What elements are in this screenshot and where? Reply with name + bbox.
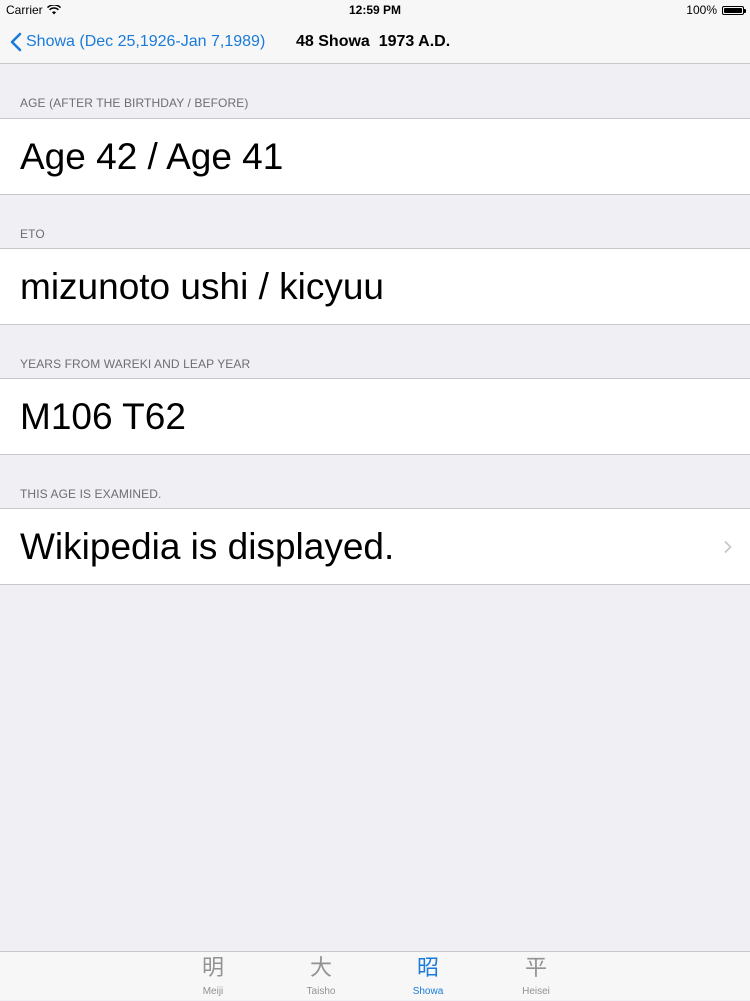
wikipedia-label: Wikipedia is displayed. bbox=[20, 525, 395, 567]
tab-label-showa: Showa bbox=[412, 986, 444, 997]
battery-percent: 100% bbox=[686, 3, 717, 17]
years-value: M106 T62 bbox=[20, 395, 186, 437]
section-header-eto: ETO bbox=[20, 227, 45, 241]
tab-label-meiji: Meiji bbox=[202, 986, 224, 997]
back-button-label: Showa (Dec 25,1926-Jan 7,1989) bbox=[26, 33, 266, 50]
tab-meiji[interactable]: 明 Meiji bbox=[168, 952, 258, 1001]
navigation-bar: Showa (Dec 25,1926-Jan 7,1989) 48 Showa … bbox=[0, 20, 750, 64]
status-right: 100% bbox=[686, 3, 746, 17]
tab-label-heisei: Heisei bbox=[522, 986, 550, 997]
tab-taisho[interactable]: 大 Taisho bbox=[276, 952, 366, 1001]
tab-showa[interactable]: 昭 Showa bbox=[383, 952, 473, 1001]
heisei-icon: 平 bbox=[524, 956, 547, 981]
chevron-right-icon bbox=[724, 540, 732, 553]
eto-value: mizunoto ushi / kicyuu bbox=[20, 265, 385, 307]
eto-cell: mizunoto ushi / kicyuu bbox=[0, 248, 750, 325]
status-bar: Carrier 12:59 PM 100% bbox=[0, 0, 750, 20]
battery-fill bbox=[724, 7, 742, 13]
table-view: AGE (AFTER THE BIRTHDAY / BEFORE) Age 42… bbox=[0, 64, 750, 585]
battery-icon bbox=[722, 5, 746, 15]
page-title: 48 Showa 1973 A.D. bbox=[296, 33, 451, 50]
meiji-icon: 明 bbox=[201, 956, 224, 981]
section-header-examine: THIS AGE IS EXAMINED. bbox=[20, 487, 162, 501]
back-button[interactable]: Showa (Dec 25,1926-Jan 7,1989) bbox=[10, 20, 265, 64]
tab-label-taisho: Taisho bbox=[306, 986, 336, 997]
tab-heisei[interactable]: 平 Heisei bbox=[491, 952, 581, 1001]
showa-icon: 昭 bbox=[416, 956, 439, 981]
section-header-age: AGE (AFTER THE BIRTHDAY / BEFORE) bbox=[20, 96, 249, 110]
wikipedia-cell[interactable]: Wikipedia is displayed. bbox=[0, 508, 750, 585]
years-cell: M106 T62 bbox=[0, 378, 750, 455]
status-time: 12:59 PM bbox=[348, 3, 402, 17]
section-header-years: YEARS FROM WAREKI AND LEAP YEAR bbox=[20, 357, 251, 371]
battery-cap bbox=[744, 8, 746, 13]
chevron-left-icon bbox=[10, 32, 22, 52]
age-value: Age 42 / Age 41 bbox=[20, 135, 284, 177]
tab-bar: 明 Meiji 大 Taisho 昭 Showa 平 Heisei bbox=[0, 951, 750, 1000]
age-cell: Age 42 / Age 41 bbox=[0, 118, 750, 195]
taisho-icon: 大 bbox=[309, 956, 332, 981]
